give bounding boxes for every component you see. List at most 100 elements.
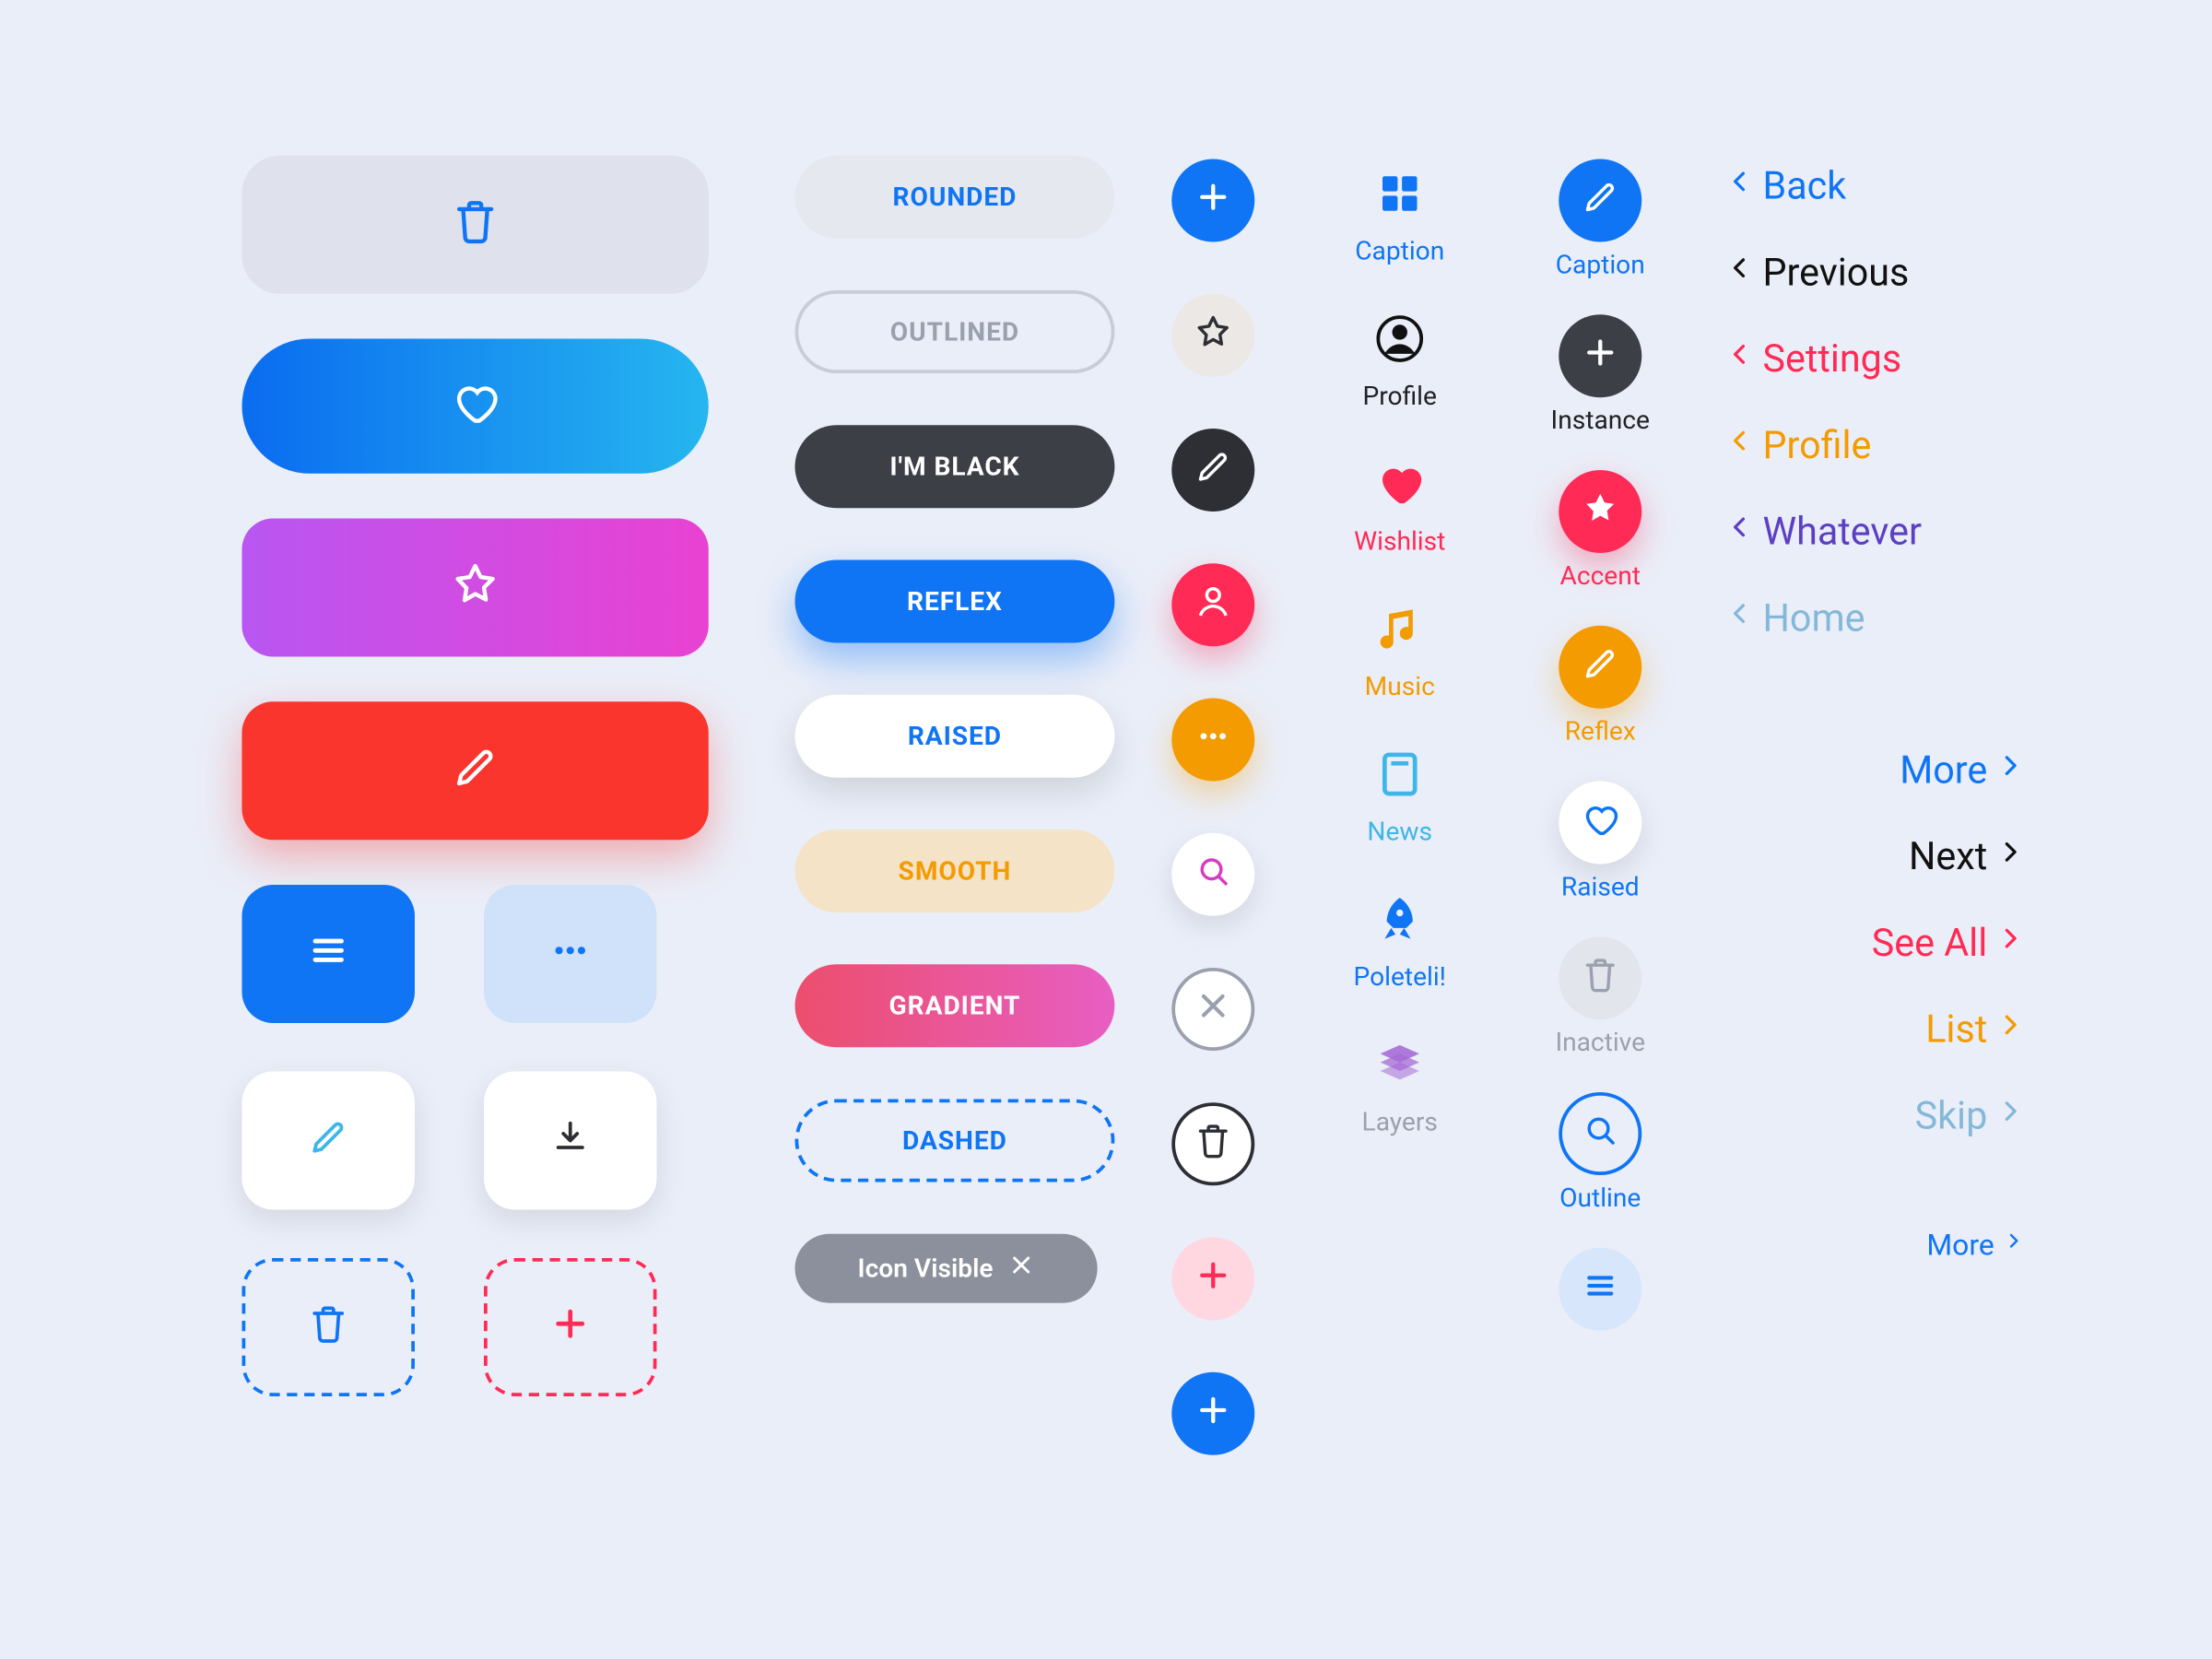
star-circle-button[interactable] <box>1171 294 1254 377</box>
pill-label: RAISED <box>908 721 1002 752</box>
link-label: Next <box>1909 836 1987 879</box>
pill-label: REFLEX <box>907 586 1003 618</box>
more-button[interactable] <box>484 885 657 1023</box>
accent-circle[interactable]: Accent <box>1514 470 1688 591</box>
profile-caption-button[interactable]: Profile <box>1331 304 1469 411</box>
nav-more[interactable]: More <box>1728 747 2022 795</box>
chevron-right-icon <box>1998 920 2022 969</box>
close-icon <box>1194 987 1232 1032</box>
trash-circle-button[interactable] <box>1171 1102 1254 1185</box>
edit-caption-circle[interactable]: Caption <box>1514 159 1688 280</box>
nav-back[interactable]: Back <box>1728 162 2022 211</box>
layers-icon <box>1365 1030 1434 1100</box>
link-label: Whatever <box>1763 511 1922 554</box>
star-icon <box>1194 312 1232 358</box>
pencil-icon <box>1582 644 1619 689</box>
nav-seeall[interactable]: See All <box>1728 920 2022 969</box>
add-circle-button[interactable] <box>1171 159 1254 242</box>
add-pink-button[interactable] <box>1171 1238 1254 1321</box>
pill-label: DASHED <box>902 1125 1007 1157</box>
instance-circle[interactable]: Instance <box>1514 314 1688 435</box>
news-caption-button[interactable]: News <box>1331 740 1469 847</box>
chevron-left-icon <box>1728 422 1752 471</box>
link-label: More <box>1926 1228 1994 1263</box>
raised-circle[interactable]: Raised <box>1514 782 1688 902</box>
chevron-right-icon <box>1998 1006 2022 1054</box>
search-icon <box>1582 1112 1619 1157</box>
close-icon <box>1007 1252 1035 1287</box>
menu-light-circle[interactable] <box>1514 1248 1688 1338</box>
inactive-circle[interactable]: Inactive <box>1514 936 1688 1057</box>
trash-button[interactable] <box>242 156 709 294</box>
user-circle-button[interactable] <box>1171 563 1254 646</box>
link-label: Settings <box>1763 338 1902 382</box>
nav-list[interactable]: List <box>1728 1006 2022 1054</box>
caption-label: Music <box>1365 671 1435 702</box>
caption-label: Instance <box>1551 405 1650 436</box>
nav-settings[interactable]: Settings <box>1728 335 2022 384</box>
dots-icon <box>1194 717 1232 762</box>
nav-more-small[interactable]: More <box>1728 1227 2022 1263</box>
pencil-icon <box>451 743 500 798</box>
outline-circle[interactable]: Outline <box>1514 1092 1688 1213</box>
add-dashed-button[interactable] <box>484 1258 657 1396</box>
trash-dashed-button[interactable] <box>242 1258 416 1396</box>
caption-label: News <box>1367 816 1432 847</box>
black-button[interactable]: I'M BLACK <box>795 425 1115 508</box>
search-circle-button[interactable] <box>1171 833 1254 916</box>
menu-button[interactable] <box>242 885 416 1023</box>
grid-caption-button[interactable]: Caption <box>1331 159 1469 266</box>
reflex-circle[interactable]: Reflex <box>1514 626 1688 747</box>
link-label: List <box>1925 1008 1987 1052</box>
nav-skip[interactable]: Skip <box>1728 1092 2022 1141</box>
smooth-button[interactable]: SMOOTH <box>795 830 1115 912</box>
music-icon <box>1365 594 1434 664</box>
pill-label: OUTLINED <box>890 316 1019 347</box>
plus-icon <box>1194 178 1232 223</box>
heart-button[interactable] <box>242 339 709 474</box>
gradient-button[interactable]: GRADIENT <box>795 964 1115 1047</box>
raised-button[interactable]: RAISED <box>795 695 1115 778</box>
chevron-right-icon <box>2005 1227 2022 1263</box>
nav-home[interactable]: Home <box>1728 594 2022 643</box>
rounded-button[interactable]: ROUNDED <box>795 156 1115 239</box>
outlined-button[interactable]: OUTLINED <box>795 290 1115 373</box>
pill-label: SMOOTH <box>899 855 1012 887</box>
chip-label: Icon Visible <box>858 1253 994 1284</box>
nav-profile[interactable]: Profile <box>1728 422 2022 471</box>
star-icon <box>1582 489 1619 535</box>
edit-circle-button[interactable] <box>1171 429 1254 512</box>
chevron-left-icon <box>1728 249 1752 298</box>
music-caption-button[interactable]: Music <box>1331 594 1469 701</box>
dots-icon <box>547 928 593 980</box>
trash-icon <box>308 1303 349 1352</box>
profile-icon <box>1365 304 1434 373</box>
download-button[interactable] <box>484 1072 657 1210</box>
wishlist-caption-button[interactable]: Wishlist <box>1331 450 1469 557</box>
edit-card-button[interactable] <box>242 1072 416 1210</box>
chip-button[interactable]: Icon Visible <box>795 1234 1098 1303</box>
more-circle-button[interactable] <box>1171 699 1254 782</box>
rocket-caption-button[interactable]: Poleteli! <box>1331 885 1469 992</box>
star-button[interactable] <box>242 519 709 657</box>
plus-icon <box>1194 1256 1232 1301</box>
close-circle-button[interactable] <box>1171 968 1254 1051</box>
caption-label: Profile <box>1363 381 1437 412</box>
plus-icon <box>549 1303 591 1352</box>
nav-whatever[interactable]: Whatever <box>1728 508 2022 557</box>
pill-label: GRADIENT <box>889 990 1021 1021</box>
reflex-button[interactable]: REFLEX <box>795 560 1115 643</box>
layers-caption-button[interactable]: Layers <box>1331 1030 1469 1137</box>
hamburger-icon <box>306 928 351 980</box>
pill-label: ROUNDED <box>893 182 1018 213</box>
news-icon <box>1365 740 1434 809</box>
add-circle-button-2[interactable] <box>1171 1372 1254 1455</box>
nav-previous[interactable]: Previous <box>1728 249 2022 298</box>
link-label: Skip <box>1915 1095 1988 1138</box>
caption-label: Outline <box>1559 1182 1641 1214</box>
nav-next[interactable]: Next <box>1728 833 2022 882</box>
download-icon <box>549 1116 591 1165</box>
link-label: Back <box>1763 165 1847 208</box>
edit-button[interactable] <box>242 701 709 840</box>
dashed-button[interactable]: DASHED <box>795 1100 1115 1182</box>
